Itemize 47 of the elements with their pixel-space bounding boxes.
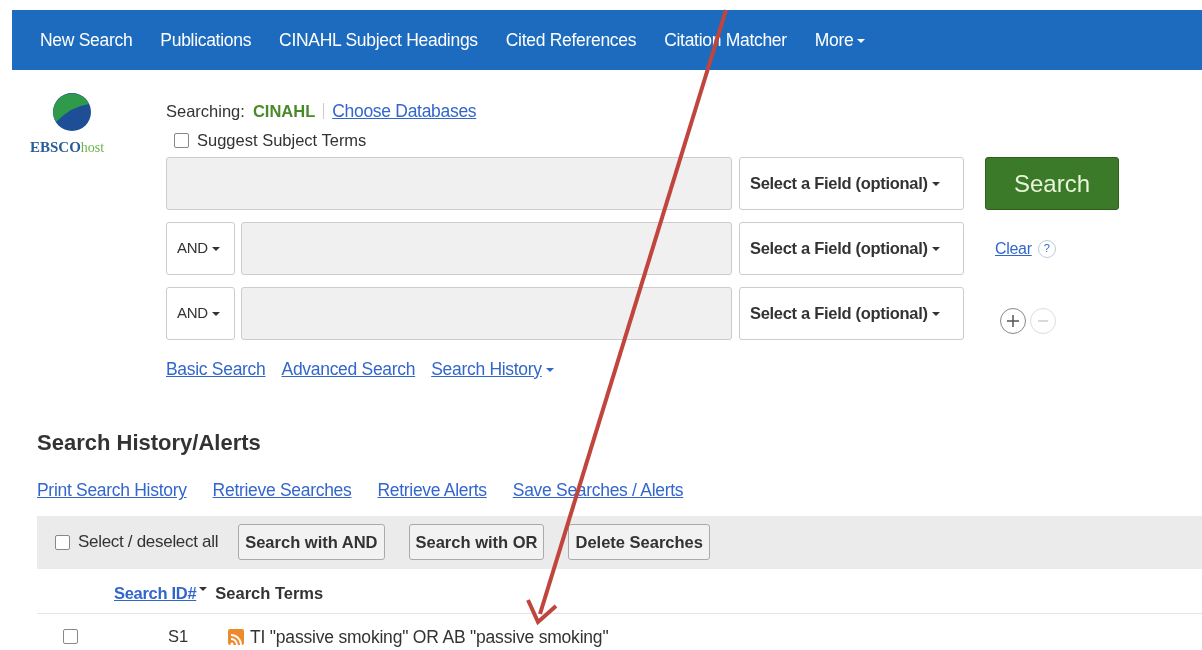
search-field[interactable] xyxy=(241,287,732,340)
checkbox[interactable] xyxy=(63,629,78,645)
logo-text: EBSCOhost xyxy=(30,138,106,157)
search-field[interactable] xyxy=(166,157,732,210)
history-link[interactable]: Print Search History xyxy=(37,477,187,504)
section-heading: Search History/Alerts xyxy=(37,429,261,458)
search-mode-link[interactable]: Search History xyxy=(431,356,554,383)
checkbox[interactable] xyxy=(55,534,70,550)
nav-link[interactable]: Publications xyxy=(146,26,266,54)
caret-icon xyxy=(931,246,940,251)
field-dropdown[interactable]: Select a Field (optional) xyxy=(739,287,964,340)
clear-link[interactable]: Clear xyxy=(995,236,1032,261)
choose-databases-link[interactable]: Choose Databases xyxy=(332,98,477,125)
operator-dropdown[interactable]: AND xyxy=(166,287,235,340)
field-dropdown[interactable]: Select a Field (optional) xyxy=(739,222,964,275)
toolbar-button[interactable]: Search with AND xyxy=(238,523,385,561)
nav-link[interactable]: CINAHL Subject Headings xyxy=(265,26,492,54)
history-link[interactable]: Retrieve Searches xyxy=(212,477,352,504)
toolbar-button[interactable]: Search with OR xyxy=(408,523,545,561)
search-field[interactable] xyxy=(241,222,732,275)
database-name: CINAHL xyxy=(252,100,316,122)
nav-link[interactable]: Cited References xyxy=(491,26,651,54)
toolbar-button[interactable]: Delete Searches xyxy=(568,523,710,561)
column-header[interactable]: Search ID# xyxy=(114,581,208,606)
nav-link[interactable]: More xyxy=(800,26,880,54)
nav-link[interactable]: New Search xyxy=(28,26,147,54)
search-mode-link[interactable]: Advanced Search xyxy=(281,356,416,383)
field-dropdown[interactable]: Select a Field (optional) xyxy=(739,157,964,210)
caret-icon xyxy=(211,246,220,251)
caret-icon xyxy=(931,181,940,186)
search-mode-link[interactable]: Basic Search xyxy=(166,356,266,383)
checkbox-label: Suggest Subject Terms xyxy=(197,130,367,152)
search-button[interactable]: Search xyxy=(985,157,1119,210)
rss-icon[interactable] xyxy=(228,628,244,645)
operator-dropdown[interactable]: AND xyxy=(166,222,235,275)
history-link[interactable]: Retrieve Alerts xyxy=(377,477,487,504)
column-header: Search Terms xyxy=(215,583,324,605)
search-terms: TI "passive smoking" OR AB "passive smoking" xyxy=(250,625,609,649)
plus-icon xyxy=(1005,312,1021,329)
caret-icon xyxy=(931,311,940,316)
search-id: S1 xyxy=(168,626,190,648)
caret-icon xyxy=(211,311,220,316)
add-row-button[interactable] xyxy=(1000,307,1026,334)
checkbox[interactable] xyxy=(174,133,189,149)
checkbox-label: Select / deselect all xyxy=(78,531,219,554)
searching-label: Searching: xyxy=(166,100,245,122)
logo-icon xyxy=(52,92,92,132)
